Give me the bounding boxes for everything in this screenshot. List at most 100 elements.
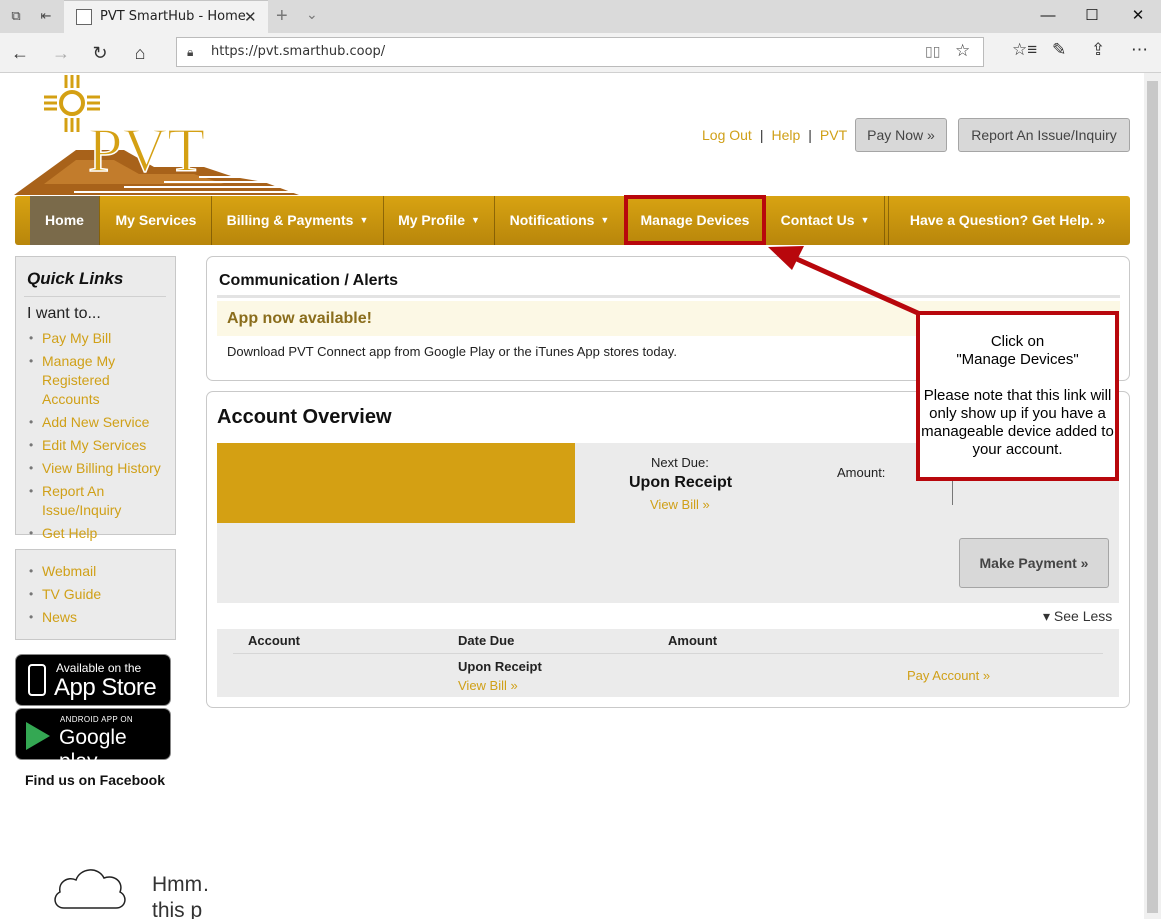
column-header-account: Account	[248, 633, 300, 648]
app-store-badge[interactable]: Available on the App Store	[15, 654, 171, 706]
log-out-link[interactable]: Log Out	[702, 127, 752, 143]
bullet-icon: •	[29, 438, 34, 452]
pvt-link[interactable]: PVT	[820, 127, 847, 143]
bullet-icon: •	[29, 415, 34, 429]
forward-icon[interactable]: →	[49, 41, 73, 65]
nav-notifications-label: Notifications	[509, 212, 595, 228]
refresh-icon[interactable]: ↻	[88, 41, 112, 65]
tab-preview-icon[interactable]: ⧉	[9, 9, 23, 23]
bullet-icon: •	[29, 564, 34, 578]
bullet-icon: •	[29, 461, 34, 475]
quick-link-label[interactable]: View Billing History	[42, 460, 161, 476]
extra-link-label[interactable]: News	[42, 609, 77, 625]
make-payment-button[interactable]: Make Payment »	[959, 538, 1109, 588]
browser-toolbar: ← → ↻ ⌂ 🔒︎ https://pvt.smarthub.coop/ ▯▯…	[0, 33, 1161, 73]
quick-link-billing-history[interactable]: • View Billing History	[28, 459, 168, 478]
link-tv-guide[interactable]: • TV Guide	[28, 585, 101, 604]
app-store-big-text: App Store	[54, 674, 157, 701]
header-links: Log Out | Help | PVT	[702, 127, 848, 143]
link-news[interactable]: • News	[28, 608, 101, 627]
address-bar[interactable]: 🔒︎ https://pvt.smarthub.coop/ ▯▯ ☆	[176, 37, 984, 67]
home-icon[interactable]: ⌂	[128, 41, 152, 65]
minimize-button[interactable]: —	[1025, 4, 1071, 28]
close-window-button[interactable]: ✕	[1115, 4, 1161, 28]
share-icon[interactable]: ⇪	[1091, 40, 1105, 60]
table-divider	[233, 653, 1103, 654]
link-webmail[interactable]: • Webmail	[28, 562, 101, 581]
nav-my-services[interactable]: My Services	[101, 196, 211, 245]
quick-link-label[interactable]: Report An Issue/Inquiry	[42, 483, 121, 518]
page-favicon-icon	[76, 9, 92, 25]
account-table: Account Date Due Amount Upon Receipt Vie…	[217, 629, 1119, 697]
nav-contact-us[interactable]: Contact Us ▼	[766, 196, 884, 245]
reading-view-icon[interactable]: ▯▯	[925, 43, 940, 60]
lock-icon: 🔒︎	[187, 45, 194, 59]
new-tab-icon[interactable]: +	[276, 5, 288, 28]
nav-home[interactable]: Home	[30, 196, 99, 245]
google-play-icon	[26, 722, 50, 750]
tab-close-icon[interactable]: ✕	[244, 8, 257, 26]
see-less-toggle[interactable]: ▾ See Less	[1043, 608, 1112, 625]
nav-profile-label: My Profile	[398, 212, 465, 228]
pay-account-link[interactable]: Pay Account »	[907, 668, 990, 683]
row-date-due: Upon Receipt	[458, 659, 542, 674]
quick-links-title: Quick Links	[27, 269, 124, 288]
google-play-big-text: Google play	[59, 726, 127, 773]
facebook-link[interactable]: Find us on Facebook	[25, 772, 165, 788]
nav-billing-payments[interactable]: Billing & Payments ▼	[212, 196, 383, 245]
next-due-value: Upon Receipt	[629, 474, 733, 491]
notes-pen-icon[interactable]: ✎	[1052, 40, 1066, 60]
view-bill-link[interactable]: View Bill »	[650, 497, 710, 512]
tab-list-chevron-icon[interactable]: ⌄	[306, 6, 318, 23]
extra-link-label[interactable]: TV Guide	[42, 586, 101, 602]
quick-link-get-help[interactable]: • Get Help	[28, 524, 168, 543]
amount-divider	[952, 477, 953, 505]
row-view-bill-link[interactable]: View Bill »	[458, 678, 518, 693]
app-store-small-text: Available on the	[56, 661, 142, 675]
bullet-icon: •	[29, 587, 34, 601]
report-issue-button[interactable]: Report An Issue/Inquiry	[958, 118, 1130, 152]
logo-text: PVT	[88, 117, 205, 185]
alert-text: Download PVT Connect app from Google Pla…	[227, 344, 677, 359]
quick-link-label[interactable]: Get Help	[42, 525, 97, 541]
page-scrollbar[interactable]	[1144, 73, 1161, 919]
bullet-icon: •	[29, 354, 34, 368]
main-navigation: Home My Services Billing & Payments ▼ My …	[15, 196, 1130, 245]
quick-link-manage-accounts[interactable]: • Manage My Registered Accounts	[28, 352, 168, 409]
quick-link-label[interactable]: Pay My Bill	[42, 330, 111, 346]
help-link[interactable]: Help	[771, 127, 800, 143]
maximize-button[interactable]: ☐	[1069, 4, 1115, 28]
account-summary-banner	[217, 443, 575, 523]
quick-link-report-issue[interactable]: • Report An Issue/Inquiry	[28, 482, 168, 520]
account-overview-title: Account Overview	[217, 406, 392, 428]
tab-title: PVT SmartHub - Home	[100, 9, 246, 24]
nav-my-profile[interactable]: My Profile ▼	[384, 196, 494, 245]
pvt-logo[interactable]: PVT	[14, 72, 299, 197]
favorite-star-icon[interactable]: ☆	[955, 41, 970, 61]
quick-link-edit-services[interactable]: • Edit My Services	[28, 436, 168, 455]
quick-link-label[interactable]: Add New Service	[42, 414, 149, 430]
more-icon[interactable]: ⋯	[1131, 40, 1148, 60]
communication-divider	[217, 295, 1120, 298]
set-tabs-aside-icon[interactable]: ⇤	[39, 9, 53, 23]
quick-link-add-service[interactable]: • Add New Service	[28, 413, 168, 432]
url-text[interactable]: https://pvt.smarthub.coop/	[211, 44, 385, 59]
quick-link-label[interactable]: Edit My Services	[42, 437, 146, 453]
browser-tab[interactable]: PVT SmartHub - Home ✕	[64, 0, 268, 33]
google-play-badge[interactable]: ANDROID APP ON Google play	[15, 708, 171, 773]
caret-down-icon: ▼	[470, 215, 480, 225]
quick-link-pay-my-bill[interactable]: • Pay My Bill	[28, 329, 168, 348]
extra-link-label[interactable]: Webmail	[42, 563, 96, 579]
pay-now-button[interactable]: Pay Now »	[855, 118, 947, 152]
nav-billing-label: Billing & Payments	[226, 212, 354, 228]
communication-title: Communication / Alerts	[219, 272, 398, 289]
nav-get-help[interactable]: Have a Question? Get Help. »	[889, 196, 1126, 245]
column-header-amount: Amount	[668, 633, 718, 648]
error-message: Hmm… this p	[152, 873, 210, 919]
favorites-hub-icon[interactable]: ☆≡	[1012, 40, 1037, 60]
scrollbar-thumb[interactable]	[1147, 81, 1158, 913]
quick-links-list: • Pay My Bill • Manage My Registered Accou…	[28, 329, 168, 547]
quick-link-label[interactable]: Manage My Registered Accounts	[42, 353, 115, 407]
back-icon[interactable]: ←	[8, 41, 32, 65]
nav-notifications[interactable]: Notifications ▼	[495, 196, 624, 245]
